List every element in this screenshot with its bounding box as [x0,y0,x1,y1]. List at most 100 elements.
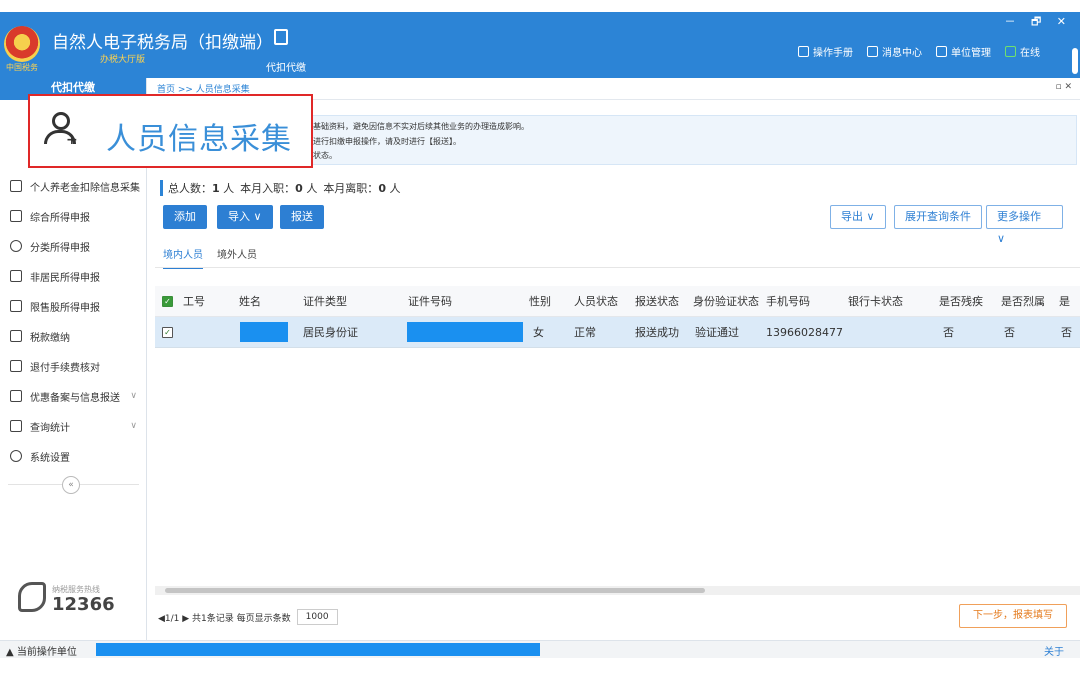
sidebar-item-preferential[interactable]: 优惠备案与信息报送 ∨ [0,381,147,411]
chevron-down-icon: ∨ [130,421,137,431]
hotline-number: 12366 [52,594,115,615]
tab-controls[interactable]: ▫ ✕ [1055,82,1072,92]
sidebar-item-restricted-stock[interactable]: 限售股所得申报 [0,291,147,321]
building-icon [936,46,947,57]
unit: 人 [223,182,235,195]
left-count: 0 [378,182,386,195]
next-step-button[interactable]: 下一步，报表填写 [959,604,1067,628]
module-label[interactable]: 代扣代缴 [266,59,306,74]
pager-text[interactable]: ◀1/1 ▶ 共1条记录 每页显示条数 [158,611,291,624]
manual-label: 操作手册 [813,48,853,59]
side-handle[interactable] [1072,48,1078,74]
mail-icon [867,46,878,57]
column-header[interactable]: 是否烈属 [1001,286,1045,317]
column-header[interactable]: 是否残疾 [939,286,983,317]
chevron-down-icon: ∨ [130,391,137,401]
column-header[interactable]: 证件号码 [408,286,452,317]
divider [155,267,1080,268]
collapse-sidebar-button[interactable]: « [62,476,80,494]
cell-verify-status: 验证通过 [695,326,739,339]
withholding-icon[interactable] [274,29,288,45]
cell-gender: 女 [533,326,544,339]
phone-icon [18,582,46,612]
import-button[interactable]: 导入 ∨ [217,205,273,229]
clock-icon [10,240,22,252]
column-header[interactable]: 证件类型 [303,286,347,317]
message-label: 消息中心 [882,48,922,59]
select-all-checkbox[interactable]: ✓ [162,296,173,307]
column-header[interactable]: 人员状态 [574,286,618,317]
submit-button[interactable]: 报送 [280,205,324,229]
column-header[interactable]: 姓名 [239,286,261,317]
person-add-icon: + [44,112,80,148]
emblem-caption: 中国税务 [6,63,38,72]
column-header[interactable]: 报送状态 [635,286,679,317]
sidebar-item-settings[interactable]: 系统设置 [0,441,147,471]
manual-link[interactable]: 操作手册 [798,44,853,59]
sidebar-item-label: 限售股所得申报 [30,302,100,314]
current-unit-text: 当前操作单位 [16,647,77,658]
column-header[interactable]: 手机号码 [766,286,810,317]
title-bar: 中国税务 自然人电子税务局（扣缴端） 办税大厅版 代扣代缴 操作手册 消息中心 … [0,12,1080,78]
cell-disabled: 否 [943,326,954,339]
sidebar-item-pension[interactable]: 个人养老金扣除信息采集 [0,171,147,201]
unit: 人 [389,182,401,195]
column-header[interactable]: 是 [1059,286,1070,317]
sidebar-item-label: 系统设置 [30,452,70,464]
pension-icon [10,180,22,192]
sidebar-item-refund-fee[interactable]: 退付手续费核对 [0,351,147,381]
online-icon [1005,46,1016,57]
tab-domestic[interactable]: 境内人员 [163,246,203,269]
person-tabs: 境内人员 境外人员 [163,246,257,269]
horizontal-scrollbar[interactable] [155,586,1080,595]
more-actions-button[interactable]: 更多操作 ∨ [986,205,1063,245]
pagination: ◀1/1 ▶ 共1条记录 每页显示条数 1000 [158,609,338,625]
sidebar-item-classified[interactable]: 分类所得申报 [0,231,147,261]
sidebar-item-comprehensive[interactable]: 综合所得申报 [0,201,147,231]
column-header[interactable]: 工号 [183,286,205,317]
expand-query-button[interactable]: 展开查询条件 [894,205,982,229]
page-size-input[interactable]: 1000 [296,609,338,625]
table-row[interactable]: ✓ 居民身份证 女 正常 报送成功 验证通过 13966028477 否 否 否 [155,317,1080,348]
window-controls[interactable]: － 🗗 ✕ [1004,13,1072,32]
unit: 人 [306,182,318,195]
total-label: 总人数： [168,182,212,195]
bars-icon [10,300,22,312]
column-header[interactable]: 银行卡状态 [848,286,903,317]
current-unit-label: ▲ 当前操作单位 [6,647,77,658]
cell-phone: 13966028477 [766,326,843,339]
sidebar-item-label: 优惠备案与信息报送 [30,392,120,404]
sidebar-item-nonresident[interactable]: 非居民所得申报 [0,261,147,291]
manual-icon [798,46,809,57]
callout-title: 人员信息采集 [106,122,292,157]
about-link[interactable]: 关于 [1044,643,1064,658]
table-header: ✓ 工号 姓名 证件类型 证件号码 性别 人员状态 报送状态 身份验证状态 手机… [155,286,1080,317]
export-button[interactable]: 导出 ∨ [830,205,886,229]
doc-icon [10,390,22,402]
redacted-unit-name [96,643,540,656]
sidebar-item-query[interactable]: 查询统计 ∨ [0,411,147,441]
message-center-link[interactable]: 消息中心 [867,44,922,59]
online-status[interactable]: 在线 [1005,44,1040,59]
toolbar: 添加 导入 ∨ 报送 导出 ∨ 展开查询条件 更多操作 ∨ [163,205,1063,245]
sidebar-item-label: 退付手续费核对 [30,362,100,374]
notice-line: 基础资料，避免因信息不实对后续其他业务的办理造成影响。 [313,122,529,131]
layers-icon [10,210,22,222]
cell-person-status: 正常 [574,326,596,339]
app-title: 自然人电子税务局（扣缴端） [52,33,273,53]
cell-submit-status: 报送成功 [635,326,679,339]
sidebar-item-label: 个人养老金扣除信息采集 [30,182,140,194]
joined-count: 0 [295,182,303,195]
left-label: 本月离职： [323,182,379,195]
unit-management-link[interactable]: 单位管理 [936,44,991,59]
column-header[interactable]: 性别 [529,286,551,317]
folder-icon [10,330,22,342]
sidebar-item-tax-payment[interactable]: 税款缴纳 [0,321,147,351]
list-icon [10,360,22,372]
scroll-thumb[interactable] [165,588,705,593]
add-button[interactable]: 添加 [163,205,207,229]
row-checkbox[interactable]: ✓ [162,327,173,338]
tab-overseas[interactable]: 境外人员 [217,246,257,269]
sidebar-item-label: 分类所得申报 [30,242,90,254]
column-header[interactable]: 身份验证状态 [693,286,759,317]
